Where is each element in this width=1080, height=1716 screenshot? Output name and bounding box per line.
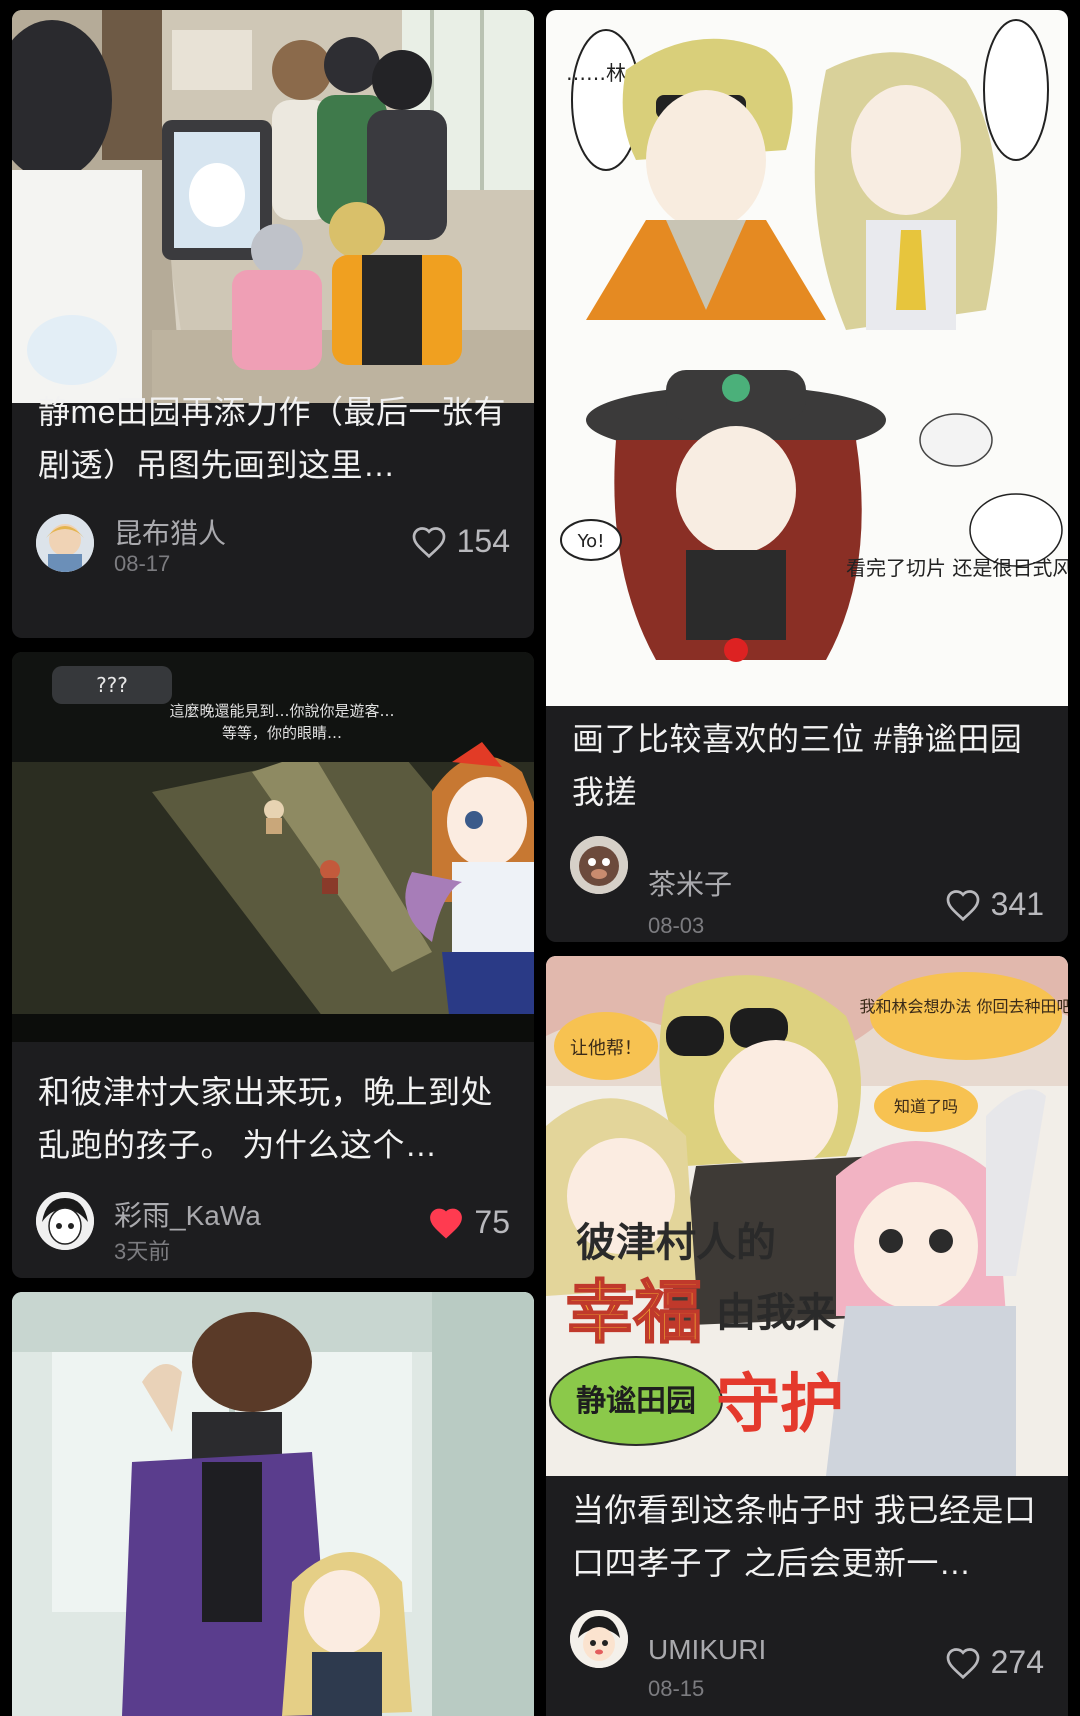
post-date: 08-15 bbox=[648, 1676, 705, 1701]
post-date: 08-03 bbox=[648, 913, 705, 938]
like-button[interactable]: 154 bbox=[411, 523, 510, 560]
like-count: 341 bbox=[990, 886, 1044, 922]
post-card[interactable]: 静me田园再添力作（最后一张有剧透）吊图先画到这里… 昆布猎人 08-17 15… bbox=[12, 10, 534, 638]
author-avatar[interactable] bbox=[570, 1610, 628, 1668]
author-avatar[interactable] bbox=[36, 514, 94, 572]
like-button[interactable]: 75 bbox=[428, 1204, 510, 1241]
dialog-line-2: 等等，你的眼睛… bbox=[222, 724, 342, 742]
yo-bubble-text: Yo! bbox=[577, 531, 605, 552]
dialog-name: ??? bbox=[96, 673, 128, 697]
post-card[interactable]: ??? 這麼晚還能見到…你說你是遊客… 等等，你的眼睛… 和彼津村大家出来玩，晚… bbox=[12, 652, 534, 1278]
like-button[interactable]: 341 bbox=[945, 886, 1044, 923]
post-title[interactable]: 和彼津村大家出来玩，晚上到处乱跑的孩子。 为什么这个… bbox=[38, 1066, 510, 1172]
poster-line-2: 由我来 bbox=[716, 1290, 836, 1336]
author-avatar[interactable] bbox=[570, 836, 628, 894]
dialog-line-1: 這麼晚還能見到…你說你是遊客… bbox=[169, 702, 394, 720]
poster-line-1: 彼津村人的 bbox=[576, 1220, 776, 1266]
sketch-note: 看完了切片 还是很日式风味的剧情 bbox=[846, 556, 1068, 580]
poster-big-1: 幸福 bbox=[566, 1274, 702, 1353]
post-date: 3天前 bbox=[114, 1239, 171, 1264]
feed-screen: { "feed": { "posts": [ { "title": "静me田园… bbox=[0, 0, 1080, 1716]
author-name[interactable]: 茶米子 bbox=[648, 863, 732, 903]
post-image[interactable]: 让他帮！ 我和林会想办法 你回去种田吧 知道了吗 彼津村人的 幸福 由我来 静谧… bbox=[546, 956, 1068, 1476]
poster-bubble-3: 知道了吗 bbox=[894, 1097, 958, 1116]
post-image[interactable] bbox=[12, 1292, 534, 1716]
heart-icon bbox=[946, 889, 979, 921]
post-title[interactable]: 当你看到这条帖子时 我已经是口口四孝子了 之后会更新一… bbox=[572, 1484, 1044, 1590]
like-button[interactable]: 274 bbox=[945, 1644, 1044, 1681]
like-count: 274 bbox=[990, 1644, 1044, 1680]
poster-big-2: 守护 bbox=[716, 1368, 844, 1442]
post-title[interactable]: 画了比较喜欢的三位 #静谧田园 我搓 bbox=[572, 713, 1044, 819]
heart-icon bbox=[946, 1647, 979, 1679]
author-avatar[interactable] bbox=[36, 1192, 94, 1250]
post-image[interactable] bbox=[12, 10, 534, 403]
post-card[interactable] bbox=[12, 1292, 534, 1716]
poster-tag: 静谧田园 bbox=[576, 1384, 696, 1419]
post-card[interactable]: ……林。 Yo! 看完了切片 还是很日式风 画了比较喜欢的三位 #静谧田园 我搓… bbox=[546, 10, 1068, 942]
like-count: 75 bbox=[474, 1204, 510, 1240]
post-title[interactable]: 静me田园再添力作（最后一张有剧透）吊图先画到这里… bbox=[38, 386, 510, 492]
heart-icon bbox=[430, 1208, 463, 1238]
poster-bubble-2: 我和林会想办法 你回去种田吧 bbox=[859, 997, 1068, 1016]
author-name[interactable]: UMIKURI bbox=[648, 1634, 766, 1666]
author-name[interactable]: 彩雨_KaWa bbox=[114, 1194, 261, 1234]
post-card[interactable]: 让他帮！ 我和林会想办法 你回去种田吧 知道了吗 彼津村人的 幸福 由我来 静谧… bbox=[546, 956, 1068, 1716]
author-name[interactable]: 昆布猎人 bbox=[114, 512, 226, 552]
like-count: 154 bbox=[456, 523, 510, 559]
post-image[interactable]: ……林。 Yo! 看完了切片 还是很日式风 bbox=[546, 10, 1068, 706]
heart-icon bbox=[412, 526, 445, 558]
post-image[interactable]: ??? 這麼晚還能見到…你說你是遊客… 等等，你的眼睛… bbox=[12, 652, 534, 1042]
poster-bubble-1: 让他帮！ bbox=[570, 1038, 642, 1059]
post-date: 08-17 bbox=[114, 551, 171, 576]
